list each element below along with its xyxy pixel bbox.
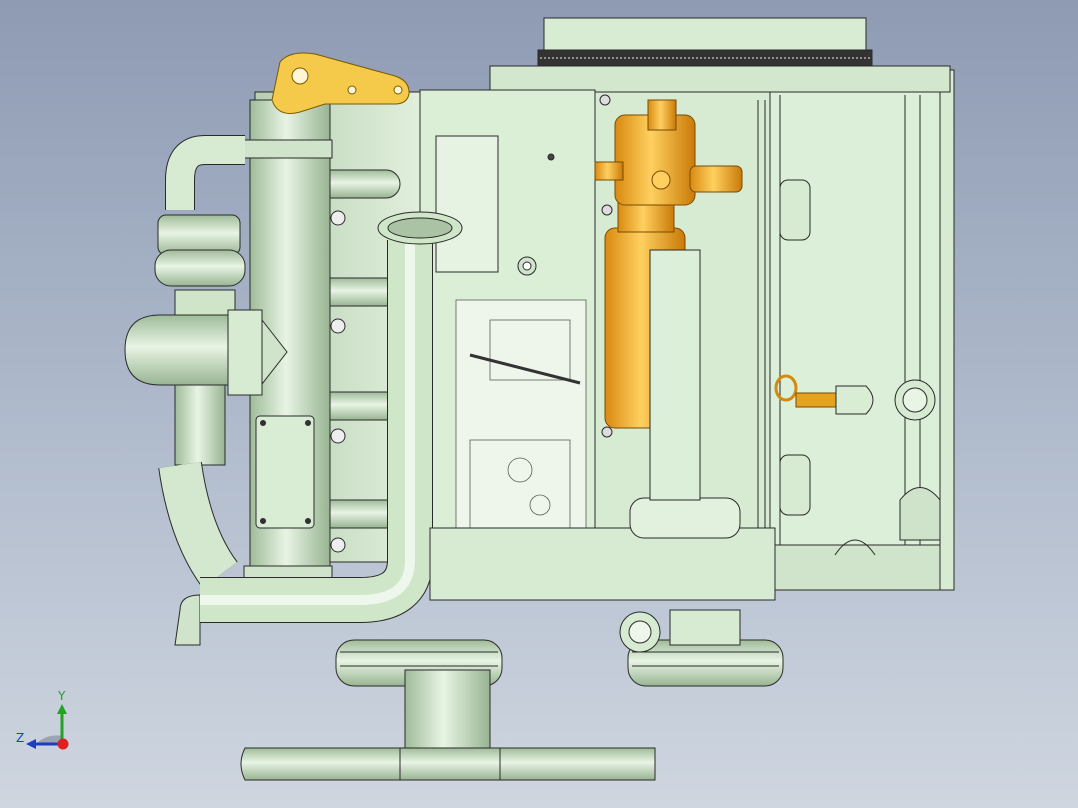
engine-model[interactable]: Y Z	[0, 0, 1078, 808]
y-axis-label: Y	[57, 689, 66, 703]
injection-pump[interactable]	[455, 299, 587, 551]
cad-viewport[interactable]: Y Z	[0, 0, 1078, 808]
outlet-fitting[interactable]	[619, 611, 661, 653]
lifting-bracket[interactable]	[271, 52, 410, 114]
flywheel-ring[interactable]	[489, 17, 951, 93]
exhaust-outlet[interactable]	[240, 669, 656, 781]
axis-triad: Y Z	[16, 689, 69, 750]
x-axis-dot-icon	[57, 738, 69, 750]
side-cover[interactable]	[255, 415, 315, 529]
y-axis-head-icon	[57, 704, 67, 714]
z-axis-head-icon	[26, 739, 36, 749]
drain-port[interactable]	[894, 379, 936, 421]
z-axis-label: Z	[16, 731, 24, 745]
